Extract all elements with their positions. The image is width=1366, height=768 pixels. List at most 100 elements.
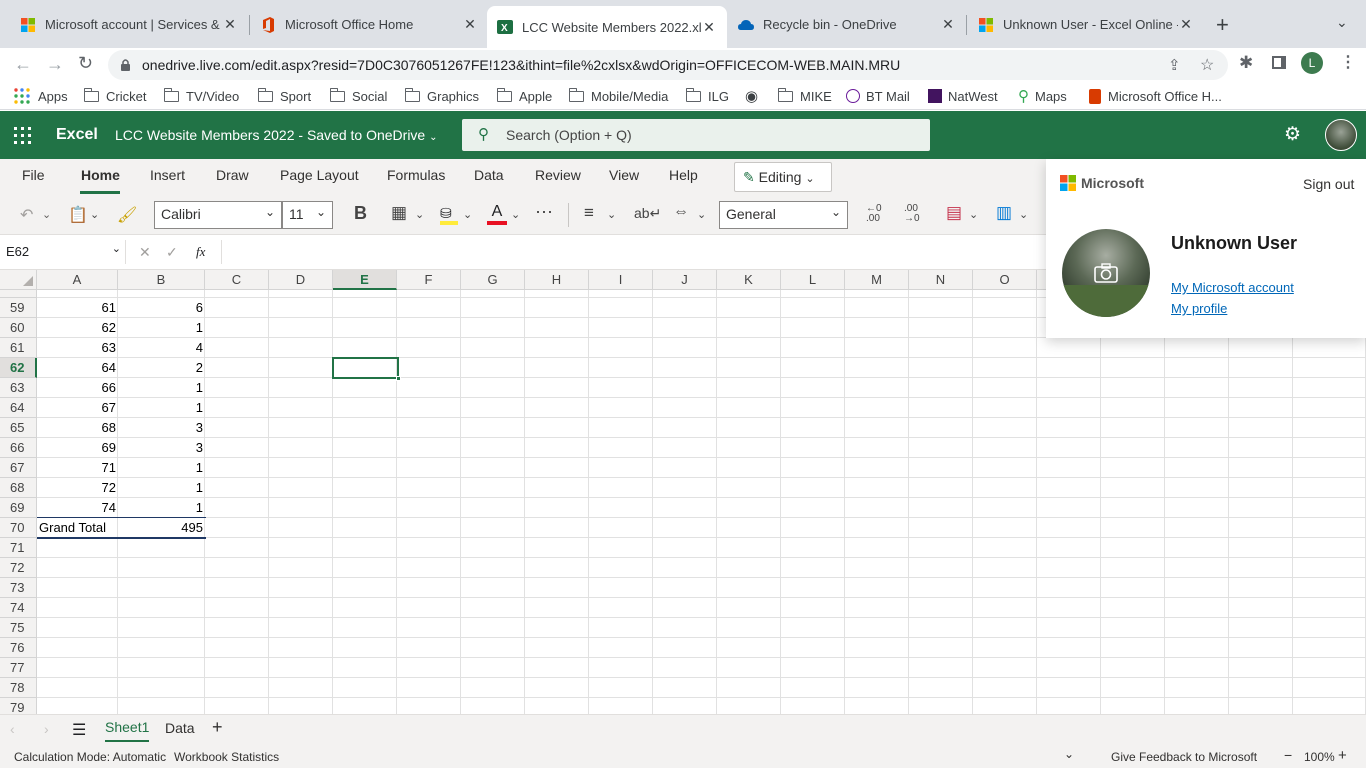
- column-header-d[interactable]: D: [269, 270, 333, 290]
- conditional-formatting-icon[interactable]: ▤: [946, 203, 962, 223]
- cell-b65[interactable]: 3: [118, 418, 203, 438]
- row-header-60[interactable]: 60: [0, 318, 37, 338]
- chevron-down-icon[interactable]: ⌄: [1064, 747, 1074, 761]
- undo-icon[interactable]: ↶: [20, 205, 33, 225]
- app-name[interactable]: Excel: [56, 126, 98, 144]
- workbook-statistics-button[interactable]: Workbook Statistics: [174, 750, 279, 764]
- tab-page-layout[interactable]: Page Layout: [280, 167, 359, 183]
- select-all-corner[interactable]: [0, 270, 37, 290]
- cell-a60[interactable]: 62: [37, 318, 116, 338]
- formula-input[interactable]: [228, 242, 1028, 264]
- column-header-g[interactable]: G: [461, 270, 525, 290]
- cell-a62[interactable]: 64: [37, 358, 116, 378]
- feedback-link[interactable]: Give Feedback to Microsoft: [1111, 750, 1257, 764]
- tab-help[interactable]: Help: [669, 167, 698, 183]
- cell-a67[interactable]: 71: [37, 458, 116, 478]
- column-header-k[interactable]: K: [717, 270, 781, 290]
- sheet-tab-sheet1[interactable]: Sheet1: [102, 715, 152, 743]
- selected-cell-e62[interactable]: [332, 357, 401, 381]
- cell-b61[interactable]: 4: [118, 338, 203, 358]
- column-header-h[interactable]: H: [525, 270, 589, 290]
- row-header-70[interactable]: 70: [0, 518, 37, 538]
- chevron-down-icon[interactable]: ⌄: [42, 208, 51, 221]
- row-header-66[interactable]: 66: [0, 438, 37, 458]
- zoom-level[interactable]: 100%: [1304, 750, 1335, 764]
- gear-icon[interactable]: ⚙: [1284, 123, 1301, 146]
- bookmark-folder[interactable]: Apple: [496, 86, 552, 106]
- row-header-73[interactable]: 73: [0, 578, 37, 598]
- column-header-n[interactable]: N: [909, 270, 973, 290]
- column-header-b[interactable]: B: [118, 270, 205, 290]
- chevron-down-icon[interactable]: ⌄: [463, 208, 472, 221]
- chevron-left-icon[interactable]: ‹: [10, 721, 15, 737]
- row-header-64[interactable]: 64: [0, 398, 37, 418]
- app-launcher-waffle-icon[interactable]: [14, 127, 32, 145]
- row-header-76[interactable]: 76: [0, 638, 37, 658]
- cancel-x-icon[interactable]: ✕: [139, 244, 151, 261]
- tab-home[interactable]: Home: [81, 167, 120, 183]
- editing-mode-button[interactable]: ✎ Editing ⌄: [734, 162, 832, 192]
- search-box[interactable]: ⚲ Search (Option + Q): [462, 119, 930, 151]
- my-microsoft-account-link[interactable]: My Microsoft account: [1171, 280, 1294, 295]
- borders-icon[interactable]: ▦: [391, 203, 407, 223]
- fill-color-icon[interactable]: ⛁: [440, 205, 458, 225]
- zoom-out-icon[interactable]: −: [1284, 747, 1292, 763]
- bookmark-apps[interactable]: Apps: [14, 86, 68, 106]
- bookmark-folder[interactable]: Social: [329, 86, 387, 106]
- tab-insert[interactable]: Insert: [150, 167, 185, 183]
- row-header-61[interactable]: 61: [0, 338, 37, 358]
- number-format-select[interactable]: General ⌄: [719, 201, 848, 229]
- browser-tab[interactable]: Recycle bin - OneDrive ✕: [728, 8, 966, 41]
- bookmark-folder[interactable]: Mobile/Media: [568, 86, 668, 106]
- row-header-78[interactable]: 78: [0, 678, 37, 698]
- close-icon[interactable]: ✕: [940, 16, 956, 33]
- column-header-l[interactable]: L: [781, 270, 845, 290]
- row-header-72[interactable]: 72: [0, 558, 37, 578]
- row-header-62[interactable]: 62: [0, 358, 37, 378]
- browser-tab[interactable]: Unknown User - Excel Online - ✕: [968, 8, 1204, 41]
- forward-arrow-icon[interactable]: →: [46, 54, 64, 75]
- profile-avatar[interactable]: L: [1301, 52, 1323, 74]
- share-icon[interactable]: ⇪: [1168, 56, 1181, 74]
- cell-a61[interactable]: 63: [37, 338, 116, 358]
- increase-decimal-button[interactable]: ←0 .00: [866, 204, 890, 224]
- all-sheets-menu-icon[interactable]: ☰: [72, 720, 86, 740]
- chevron-down-icon[interactable]: ⌄: [511, 208, 520, 221]
- browser-tab[interactable]: Microsoft Office Home ✕: [250, 8, 488, 41]
- row-header-79[interactable]: 79: [0, 698, 37, 714]
- tab-data[interactable]: Data: [474, 167, 504, 183]
- cell-a63[interactable]: 66: [37, 378, 116, 398]
- chevron-down-icon[interactable]: ⌄: [607, 208, 616, 221]
- close-icon[interactable]: ✕: [1178, 16, 1194, 33]
- enter-check-icon[interactable]: ✓: [166, 244, 178, 261]
- globe-icon[interactable]: ◉: [745, 86, 758, 106]
- new-tab-plus-icon[interactable]: +: [1216, 12, 1229, 38]
- tab-view[interactable]: View: [609, 167, 639, 183]
- sheet-tab-data[interactable]: Data: [165, 720, 195, 736]
- bookmark-btmail[interactable]: BT Mail: [846, 86, 910, 106]
- bookmark-folder[interactable]: TV/Video: [163, 86, 239, 106]
- format-as-table-icon[interactable]: ▥: [996, 203, 1012, 223]
- cell-a65[interactable]: 68: [37, 418, 116, 438]
- cell-a69[interactable]: 74: [37, 498, 116, 518]
- add-sheet-plus-icon[interactable]: +: [212, 717, 223, 738]
- chevron-down-icon[interactable]: ⌄: [969, 208, 978, 221]
- cell-a66[interactable]: 69: [37, 438, 116, 458]
- zoom-in-icon[interactable]: +: [1338, 747, 1347, 764]
- cell-b66[interactable]: 3: [118, 438, 203, 458]
- chevron-down-icon[interactable]: ⌄: [697, 208, 706, 221]
- column-header-a[interactable]: A: [37, 270, 118, 290]
- bookmark-star-icon[interactable]: ☆: [1200, 55, 1214, 75]
- cell-b64[interactable]: 1: [118, 398, 203, 418]
- more-options-icon[interactable]: ⋯: [535, 202, 553, 223]
- tab-review[interactable]: Review: [535, 167, 581, 183]
- column-header-e[interactable]: E: [333, 270, 397, 290]
- row-header-69[interactable]: 69: [0, 498, 37, 518]
- back-arrow-icon[interactable]: ←: [14, 54, 32, 75]
- decrease-decimal-button[interactable]: .00 →0: [904, 204, 928, 224]
- font-name-select[interactable]: Calibri ⌄: [154, 201, 282, 229]
- chevron-right-icon[interactable]: ›: [44, 721, 49, 737]
- row-header-71[interactable]: 71: [0, 538, 37, 558]
- column-header-i[interactable]: I: [589, 270, 653, 290]
- chevron-down-icon[interactable]: ⌄: [415, 208, 424, 221]
